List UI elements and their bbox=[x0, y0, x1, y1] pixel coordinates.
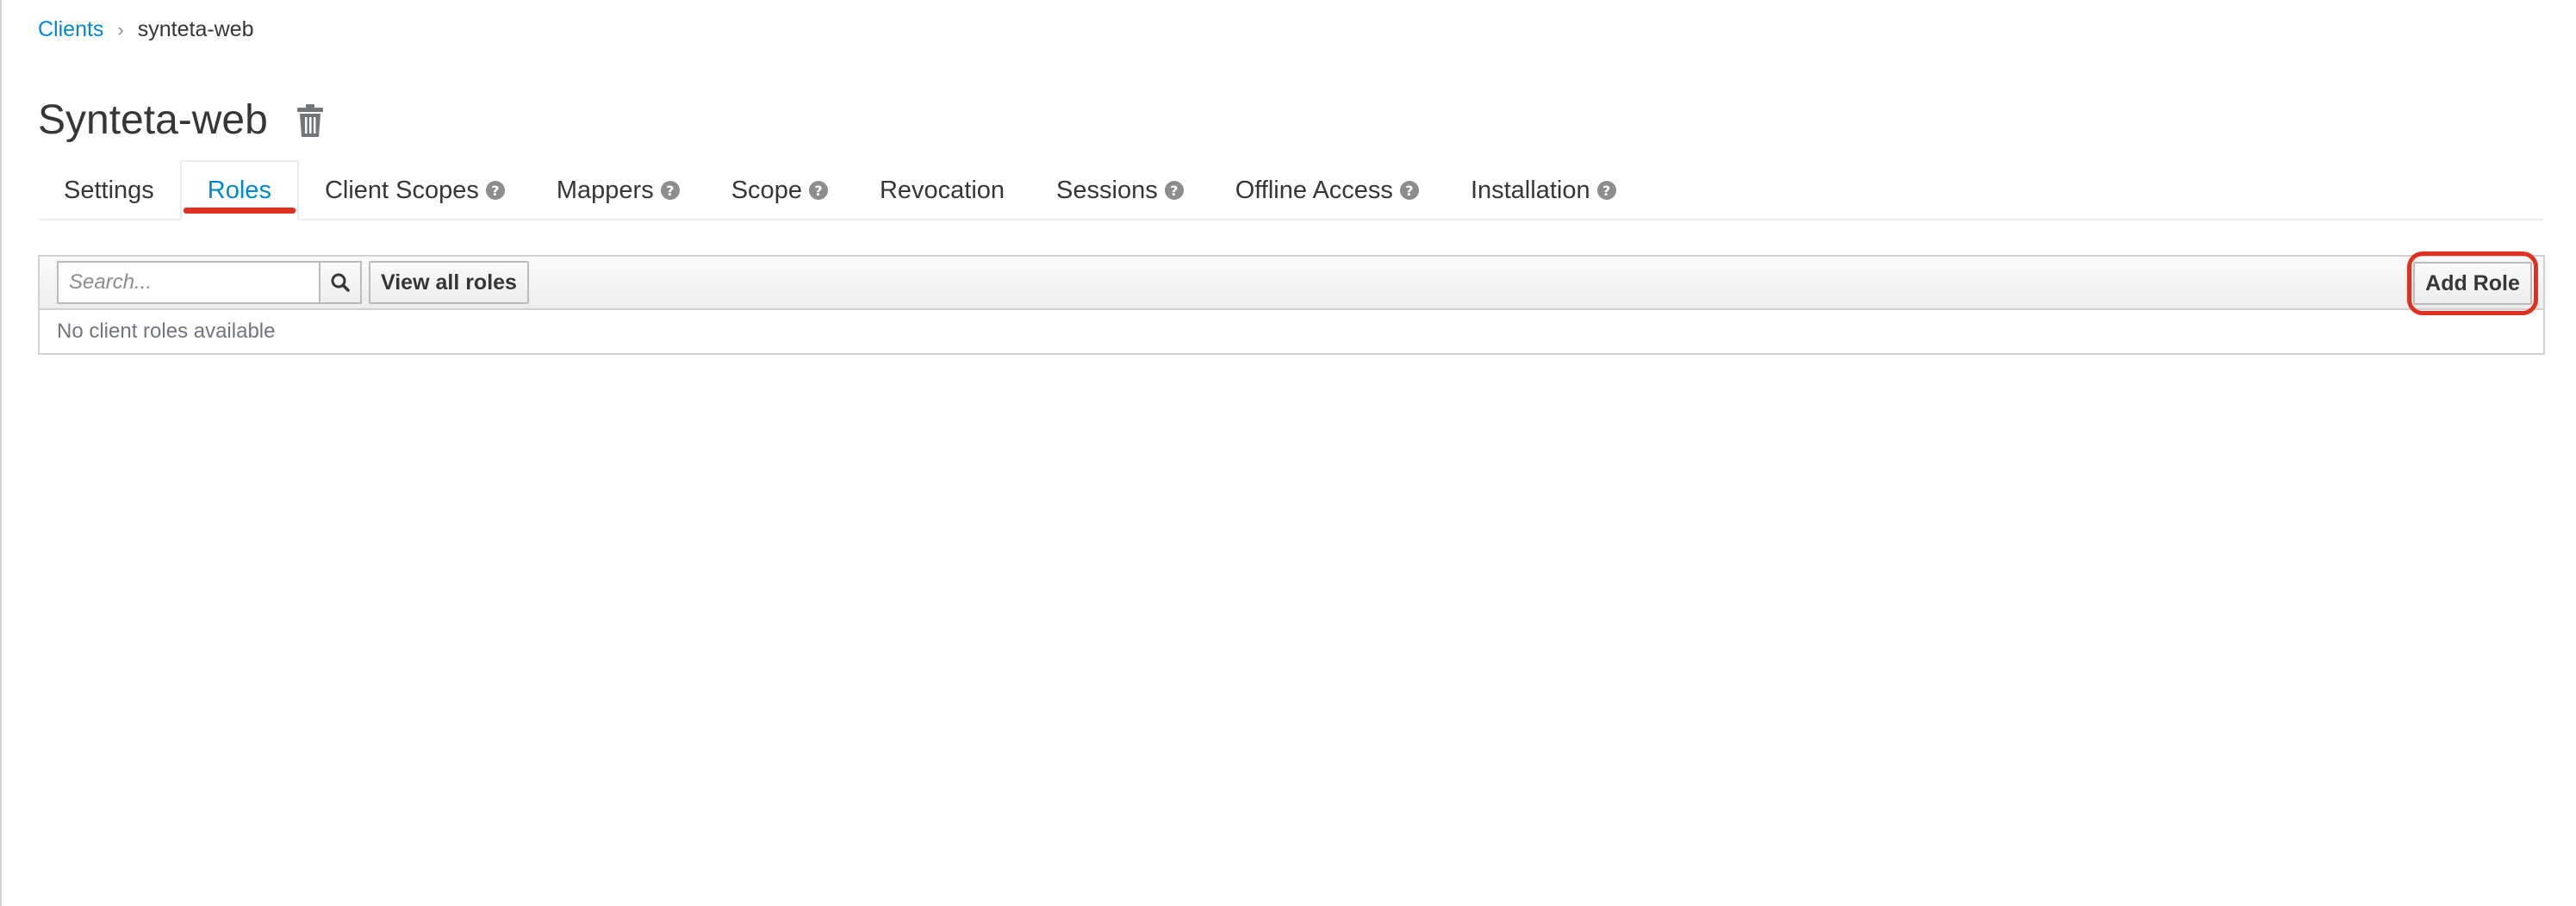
tab-sessions[interactable]: Sessions ? bbox=[1030, 162, 1210, 219]
trash-icon[interactable] bbox=[296, 103, 325, 138]
view-all-roles-button[interactable]: View all roles bbox=[369, 261, 529, 304]
table-toolbar: View all roles Add Role bbox=[40, 251, 2543, 315]
tab-label: Mappers bbox=[556, 176, 654, 204]
tab-revocation[interactable]: Revocation bbox=[854, 162, 1030, 219]
tab-installation[interactable]: Installation ? bbox=[1445, 162, 1642, 219]
breadcrumb-clients-link[interactable]: Clients bbox=[38, 17, 103, 42]
add-role-button[interactable]: Add Role bbox=[2413, 262, 2532, 305]
tab-label: Offline Access bbox=[1235, 176, 1393, 204]
breadcrumb: Clients › synteta-web bbox=[38, 17, 254, 42]
breadcrumb-current: synteta-web bbox=[137, 17, 254, 41]
roles-table: View all roles Add Role No client roles … bbox=[38, 251, 2545, 355]
add-role-highlight: Add Role bbox=[2407, 251, 2538, 315]
search-button[interactable] bbox=[320, 261, 362, 304]
help-icon[interactable]: ? bbox=[808, 181, 828, 200]
tab-label: Revocation bbox=[879, 176, 1005, 204]
tab-label: Scope bbox=[731, 176, 802, 204]
breadcrumb-separator: › bbox=[117, 18, 124, 40]
empty-table-message: No client roles available bbox=[57, 320, 276, 343]
tab-label: Sessions bbox=[1056, 176, 1158, 204]
tab-mappers[interactable]: Mappers ? bbox=[531, 162, 706, 219]
tab-scope[interactable]: Scope ? bbox=[706, 162, 854, 219]
page: Clients › synteta-web Synteta-web Settin… bbox=[0, 0, 2576, 906]
tab-label: Roles bbox=[207, 176, 271, 204]
search-group bbox=[57, 261, 362, 304]
page-title: Synteta-web bbox=[38, 97, 268, 143]
help-icon[interactable]: ? bbox=[1164, 181, 1184, 200]
help-icon[interactable]: ? bbox=[485, 181, 505, 200]
tab-roles[interactable]: Roles bbox=[179, 160, 299, 220]
tab-bar: Settings Roles Client Scopes ? Mappers ?… bbox=[38, 160, 2543, 220]
tab-label: Settings bbox=[64, 176, 154, 204]
help-icon[interactable]: ? bbox=[1596, 181, 1616, 200]
tab-settings[interactable]: Settings bbox=[38, 162, 180, 219]
title-row: Synteta-web bbox=[38, 93, 325, 148]
active-tab-underline-highlight bbox=[183, 208, 296, 214]
search-input[interactable] bbox=[57, 261, 320, 304]
tab-offline-access[interactable]: Offline Access ? bbox=[1210, 162, 1445, 219]
tab-label: Client Scopes bbox=[324, 176, 479, 204]
search-icon bbox=[331, 273, 350, 292]
tab-label: Installation bbox=[1470, 176, 1590, 204]
help-icon[interactable]: ? bbox=[1399, 181, 1419, 200]
help-icon[interactable]: ? bbox=[660, 181, 680, 200]
tab-client-scopes[interactable]: Client Scopes ? bbox=[299, 162, 531, 219]
